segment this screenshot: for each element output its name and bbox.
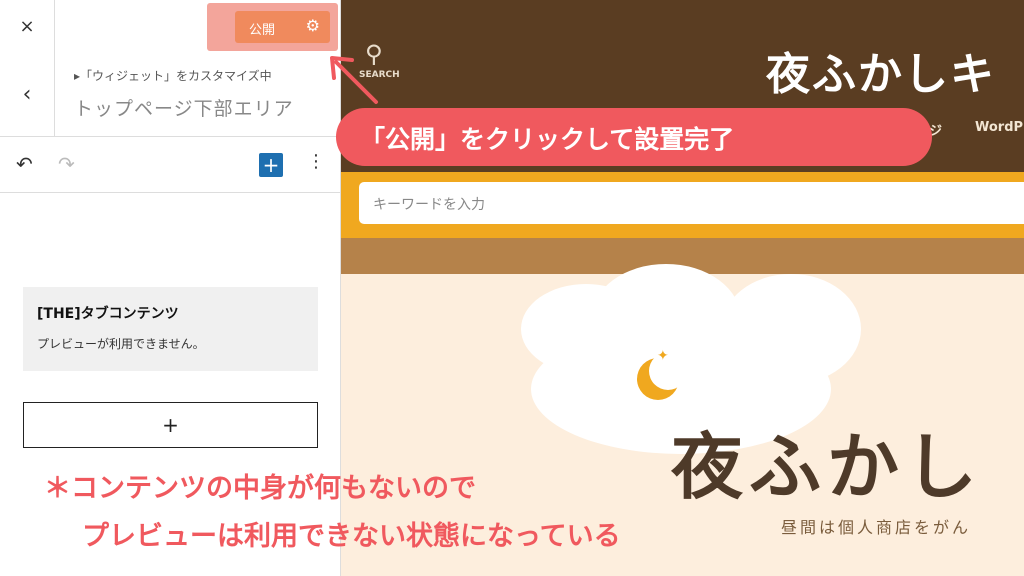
note-line-1: ＊コンテンツの中身が何もないので <box>44 473 476 504</box>
callout-text: 「公開」をクリックして設置完了 <box>360 125 735 154</box>
callout-bubble: 「公開」をクリックして設置完了 <box>336 108 932 166</box>
note-line-2: プレビューは利用できない状態になっている <box>82 521 621 552</box>
